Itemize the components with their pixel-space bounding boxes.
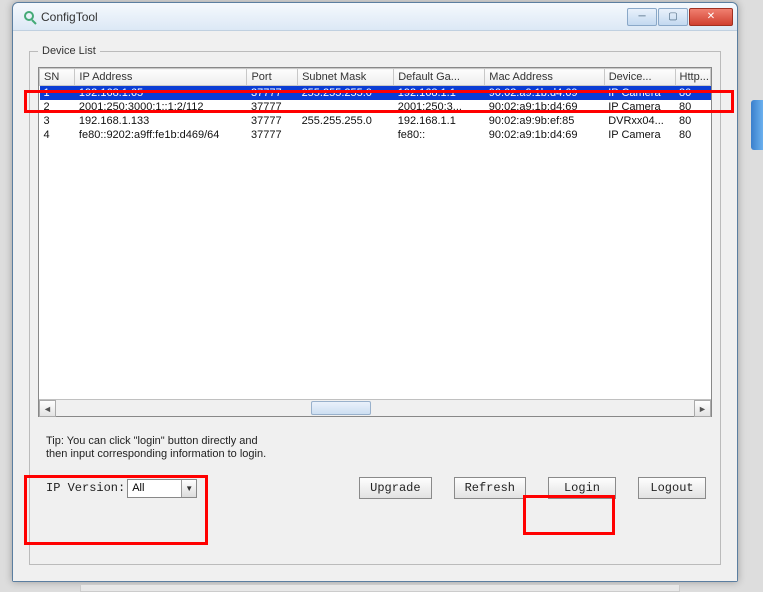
col-http[interactable]: Http... [675, 69, 710, 86]
minimize-button[interactable]: ─ [627, 8, 657, 26]
background-strip [80, 584, 680, 592]
col-port[interactable]: Port [247, 69, 298, 86]
horizontal-scrollbar[interactable]: ◄ ► [39, 399, 711, 416]
ip-version-combo[interactable]: All ▼ [127, 479, 197, 498]
device-list-group: Device List SN IP Address Port Subnet Ma… [29, 45, 721, 565]
refresh-button[interactable]: Refresh [454, 477, 526, 499]
table-header-row[interactable]: SN IP Address Port Subnet Mask Default G… [40, 69, 711, 86]
titlebar[interactable]: ConfigTool ─ ▢ ✕ [13, 3, 737, 31]
scroll-right-button[interactable]: ► [694, 400, 711, 417]
login-button[interactable]: Login [548, 477, 616, 499]
table-row[interactable]: 4 fe80::9202:a9ff:fe1b:d469/64 37777 fe8… [40, 128, 711, 142]
table-row[interactable]: 3 192.168.1.133 37777 255.255.255.0 192.… [40, 114, 711, 128]
device-table-container: SN IP Address Port Subnet Mask Default G… [38, 67, 712, 417]
col-device[interactable]: Device... [604, 69, 675, 86]
scroll-thumb[interactable] [311, 401, 371, 415]
col-gateway[interactable]: Default Ga... [394, 69, 485, 86]
client-area: Device List SN IP Address Port Subnet Ma… [13, 31, 737, 581]
tip-text: Tip: You can click "login" button direct… [46, 435, 712, 461]
scroll-track[interactable] [56, 400, 694, 416]
logout-button[interactable]: Logout [638, 477, 706, 499]
col-subnet[interactable]: Subnet Mask [298, 69, 394, 86]
config-tool-window: ConfigTool ─ ▢ ✕ Device List SN IP Addre… [12, 2, 738, 582]
col-sn[interactable]: SN [40, 69, 75, 86]
app-icon [21, 9, 37, 25]
window-title: ConfigTool [41, 10, 98, 24]
ip-version-value: All [132, 482, 144, 494]
upgrade-button[interactable]: Upgrade [359, 477, 431, 499]
scroll-left-button[interactable]: ◄ [39, 400, 56, 417]
maximize-button[interactable]: ▢ [658, 8, 688, 26]
col-ip[interactable]: IP Address [75, 69, 247, 86]
bottom-bar: IP Version: All ▼ Upgrade Refresh Login … [38, 469, 712, 501]
background-panel-edge [751, 100, 763, 150]
table-row[interactable]: 2 2001:250:3000:1::1:2/112 37777 2001:25… [40, 100, 711, 114]
close-button[interactable]: ✕ [689, 8, 733, 26]
device-table[interactable]: SN IP Address Port Subnet Mask Default G… [39, 68, 711, 142]
groupbox-label: Device List [38, 45, 100, 57]
table-row[interactable]: 1 192.168.1.65 37777 255.255.255.0 192.1… [40, 86, 711, 101]
ip-version-label: IP Version: [46, 481, 125, 495]
col-mac[interactable]: Mac Address [485, 69, 604, 86]
chevron-down-icon: ▼ [181, 480, 196, 497]
